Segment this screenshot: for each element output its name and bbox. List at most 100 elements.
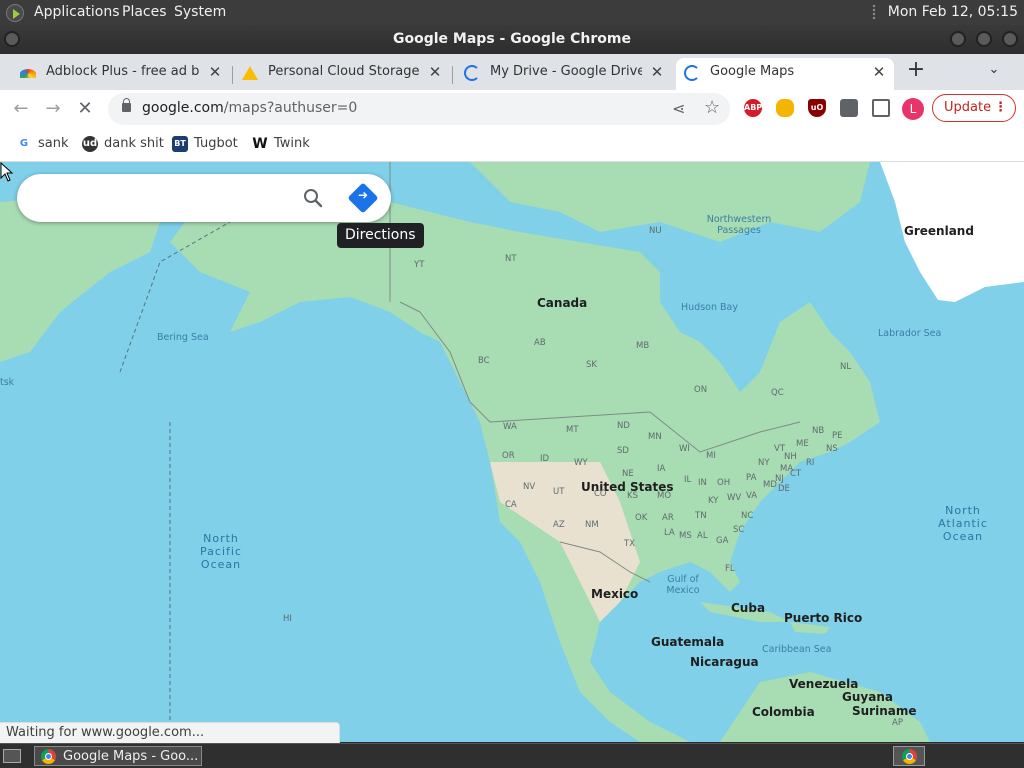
map-label-region[interactable]: TN (695, 511, 707, 521)
map-label-venezuela[interactable]: Venezuela (789, 677, 858, 691)
map-label-region[interactable]: MN (648, 432, 662, 442)
show-desktop-icon[interactable] (3, 749, 21, 763)
system-menu[interactable]: System (174, 4, 226, 20)
map-label-region[interactable]: SD (617, 446, 629, 456)
map-label-guyana[interactable]: Guyana (842, 690, 893, 704)
map-label-region[interactable]: FL (725, 564, 735, 574)
map-label-cuba[interactable]: Cuba (731, 601, 765, 615)
map-label-bering-sea[interactable]: Bering Sea (157, 332, 209, 343)
map-label-region[interactable]: GA (716, 536, 728, 546)
map-label-region[interactable]: QC (771, 388, 784, 398)
distro-logo-icon[interactable] (6, 4, 24, 22)
extension-person-icon[interactable] (776, 99, 794, 117)
map-label-region[interactable]: KS (627, 491, 638, 501)
window-titlebar[interactable]: Google Maps - Google Chrome (0, 25, 1024, 54)
map-label-region[interactable]: MO (657, 491, 671, 501)
stop-loading-button[interactable]: ✕ (72, 96, 98, 122)
places-menu[interactable]: Places (122, 4, 167, 20)
map-label-colombia[interactable]: Colombia (752, 705, 815, 719)
map-label-region[interactable]: HI (283, 614, 292, 624)
map-label-region[interactable]: ON (694, 385, 707, 395)
address-bar[interactable]: google.com/maps?authuser=0 ⋖ ☆ (108, 93, 730, 125)
map-label-region[interactable]: ID (540, 454, 549, 464)
panel-grip-icon[interactable] (872, 4, 876, 20)
map-label-region[interactable]: OK (635, 513, 647, 523)
map-label-region[interactable]: MI (706, 451, 716, 461)
minimize-button[interactable] (950, 31, 966, 47)
tab-my-drive[interactable]: My Drive - Google Drive ✕ (456, 58, 672, 90)
map-label-region[interactable]: CO (594, 489, 607, 499)
map-label-north-atlantic-ocean[interactable]: North Atlantic Ocean (932, 504, 994, 543)
map-label-region[interactable]: AZ (553, 520, 565, 530)
forward-button[interactable]: → (40, 96, 66, 122)
map-label-caribbean-sea[interactable]: Caribbean Sea (762, 644, 831, 655)
map-label-region[interactable]: NC (741, 511, 753, 521)
map-label-canada[interactable]: Canada (537, 296, 587, 310)
tab-adblock-plus[interactable]: Adblock Plus - free ad blocker ✕ (12, 58, 230, 90)
map-label-region[interactable]: WI (679, 444, 690, 454)
back-button[interactable]: ← (8, 96, 34, 122)
map-label-region[interactable]: IN (698, 478, 707, 488)
map-label-region[interactable]: MS (679, 531, 692, 541)
map-label-region[interactable]: DE (778, 484, 790, 494)
ublock-origin-icon[interactable]: uO (808, 99, 826, 117)
side-panel-icon[interactable] (872, 99, 890, 117)
close-tab-icon[interactable]: ✕ (648, 58, 666, 86)
map-label-region[interactable]: CA (505, 500, 517, 510)
clock[interactable]: Mon Feb 12, 05:15 (888, 4, 1018, 20)
map-label-region[interactable]: LA (664, 528, 675, 538)
map-label-puerto-rico[interactable]: Puerto Rico (784, 611, 862, 625)
new-tab-button[interactable]: + (904, 56, 928, 84)
map-label-region[interactable]: NT (505, 254, 517, 264)
update-button[interactable]: Update ⋮ (932, 94, 1016, 122)
map-label-suriname[interactable]: Suriname (852, 704, 917, 718)
close-tab-icon[interactable]: ✕ (206, 58, 224, 86)
close-window-button[interactable] (1002, 31, 1018, 47)
map-label-gulf-of-mexico[interactable]: Gulf of Mexico (664, 574, 702, 596)
map-label-region[interactable]: SC (733, 525, 744, 535)
maximize-button[interactable] (976, 31, 992, 47)
map-label-region[interactable]: ND (617, 421, 630, 431)
map-label-region[interactable]: OR (502, 451, 515, 461)
map-label-sea-fragment[interactable]: tsk (0, 377, 14, 388)
map-label-region[interactable]: NL (840, 362, 851, 372)
map-label-region[interactable]: WV (727, 493, 741, 503)
map-label-region[interactable]: OH (717, 478, 730, 488)
map-label-region[interactable]: WY (574, 458, 588, 468)
map-label-mexico[interactable]: Mexico (591, 587, 638, 601)
map-label-region[interactable]: NH (784, 452, 797, 462)
taskbar-chrome-window[interactable]: Google Maps - Goo... (34, 746, 202, 766)
map-label-region[interactable]: VA (746, 491, 757, 501)
map-label-region[interactable]: NS (826, 444, 838, 454)
map-label-region[interactable]: AP (892, 718, 903, 728)
profile-avatar[interactable]: L (902, 98, 924, 120)
tab-google-maps[interactable]: Google Maps ✕ (676, 58, 894, 90)
map-label-north-pacific-ocean[interactable]: North Pacific Ocean (195, 532, 247, 571)
tab-personal-cloud-storage[interactable]: Personal Cloud Storage & File Sharing ✕ (234, 58, 450, 90)
map-label-region[interactable]: PA (746, 473, 756, 483)
map-label-region[interactable]: TX (624, 539, 635, 549)
map-label-hudson-bay[interactable]: Hudson Bay (681, 302, 738, 313)
map-label-region[interactable]: KY (708, 496, 718, 506)
window-menu-icon[interactable] (4, 31, 20, 47)
tab-search-chevron-icon[interactable]: ⌄ (984, 58, 1004, 82)
map-label-region[interactable]: ME (796, 439, 809, 449)
search-icon[interactable] (303, 188, 323, 208)
map-label-labrador-sea[interactable]: Labrador Sea (878, 328, 941, 339)
map-label-guatemala[interactable]: Guatemala (651, 635, 724, 649)
map-label-region[interactable]: NY (758, 458, 770, 468)
workspace-switcher[interactable] (893, 746, 925, 766)
map-label-greenland[interactable]: Greenland (904, 224, 974, 238)
map-label-region[interactable]: NV (523, 482, 535, 492)
map-label-region[interactable]: MT (566, 425, 579, 435)
applications-menu[interactable]: Applications (34, 4, 120, 20)
map-label-region[interactable]: NU (649, 226, 662, 236)
url-text[interactable]: google.com/maps?authuser=0 (142, 100, 357, 116)
map-label-region[interactable]: CT (790, 469, 801, 479)
map-label-region[interactable]: BC (478, 356, 490, 366)
map-label-nicaragua[interactable]: Nicaragua (690, 655, 759, 669)
map-label-region[interactable]: IA (657, 464, 665, 474)
close-tab-icon[interactable]: ✕ (870, 58, 888, 86)
map-label-region[interactable]: SK (586, 360, 597, 370)
map-label-region[interactable]: NB (812, 426, 824, 436)
